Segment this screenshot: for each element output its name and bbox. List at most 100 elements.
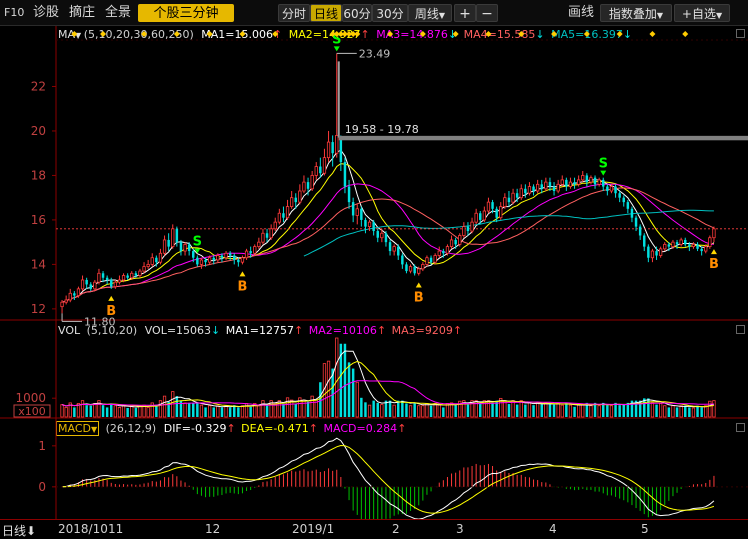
candle-body — [294, 197, 297, 203]
candle-body — [470, 221, 474, 232]
volume-bar — [347, 362, 351, 417]
y-tick-label: 18 — [31, 168, 46, 182]
volume-bar — [527, 402, 532, 418]
volume-bar — [408, 405, 413, 418]
candle-body — [466, 226, 470, 232]
candle-body — [367, 221, 372, 227]
f10-button[interactable]: F10 — [4, 4, 24, 22]
chevron-down-icon: ▼ — [656, 11, 664, 20]
select-button[interactable]: 摘庄 — [69, 4, 95, 22]
candle-body — [643, 235, 646, 247]
volume-bar — [433, 403, 437, 418]
period-tab-2[interactable]: 60分 — [342, 4, 372, 22]
range-band — [338, 135, 748, 141]
candle-body — [220, 255, 224, 258]
range-label: 19.58 - 19.78 — [345, 123, 419, 136]
period-switch-label: 日线 — [2, 524, 27, 538]
volume-bar — [556, 402, 560, 418]
candle-body — [626, 202, 630, 209]
candle-body — [355, 208, 359, 216]
volume-bar — [691, 407, 696, 418]
volume-bar — [93, 403, 97, 418]
volume-bar — [532, 405, 535, 417]
candle-body — [671, 241, 675, 248]
add-favorite-button[interactable]: +自选▼ — [674, 4, 730, 22]
candle-body — [380, 232, 384, 239]
candle-body — [634, 217, 638, 227]
candle-body — [73, 293, 76, 296]
period-tab-3[interactable]: 30分 — [372, 4, 408, 22]
volume-bar — [544, 402, 548, 418]
zoom-out-button[interactable]: − — [476, 4, 498, 22]
candle-body — [585, 175, 589, 183]
candle-body — [126, 275, 129, 278]
volume-bar — [326, 360, 331, 418]
volume-bar — [282, 404, 285, 417]
volume-bar — [192, 402, 195, 417]
period-tab-1[interactable]: 日线 — [310, 4, 342, 22]
volume-bar — [667, 407, 671, 417]
toolbar: F10 诊股 摘庄 全景 个股三分钟 分时 日线 60分 30分 周线▼ + −… — [0, 0, 748, 26]
candle-body — [700, 248, 703, 252]
volume-bar — [64, 407, 68, 418]
candle-body — [417, 268, 421, 274]
event-diamond-icon — [551, 31, 558, 37]
diagnose-button[interactable]: 诊股 — [33, 4, 59, 22]
volume-bar — [507, 404, 511, 417]
arrow-down-icon: ⬇ — [26, 524, 37, 538]
draw-line-button[interactable]: 画线 — [568, 4, 594, 22]
candle-body — [675, 242, 679, 245]
volume-bar — [73, 407, 76, 417]
volume-bar — [372, 400, 375, 417]
volume-bar — [519, 400, 523, 418]
volume-bar — [110, 403, 113, 417]
candle-body — [257, 241, 261, 248]
full-view-button[interactable]: 全景 — [105, 4, 131, 22]
volume-bar — [618, 405, 621, 417]
stock-chart[interactable]: 12141618202223.4919.58 - 19.7811.80SBBBS… — [0, 26, 748, 519]
period-tab-4[interactable]: 周线▼ — [408, 4, 452, 22]
candle-body — [536, 183, 540, 192]
volume-bar — [684, 405, 687, 417]
y-tick-label: 20 — [31, 124, 46, 138]
volume-bar — [589, 405, 593, 418]
period-switch-button[interactable]: 日线⬇ — [2, 522, 36, 539]
candle-body — [183, 243, 187, 252]
candle-body — [196, 257, 199, 265]
volume-bar — [696, 405, 699, 417]
index-overlay-button[interactable]: 指数叠加▼ — [600, 4, 672, 22]
volume-bar — [134, 407, 138, 417]
candle-body — [228, 253, 232, 256]
candle-body — [130, 272, 134, 279]
chevron-down-icon: ▼ — [715, 11, 723, 20]
candle-body — [384, 233, 388, 243]
zoom-in-button[interactable]: + — [454, 4, 476, 22]
candle-body — [68, 292, 72, 301]
volume-bar — [257, 404, 261, 418]
candle-body — [138, 270, 142, 276]
y-tick-label: 12 — [31, 302, 46, 316]
stock-minutes-button[interactable]: 个股三分钟 — [138, 4, 234, 22]
volume-bar — [199, 404, 204, 418]
candle-body — [712, 228, 716, 239]
buy-signal-arrow — [108, 295, 115, 301]
candle-body — [638, 226, 642, 236]
volume-bar — [511, 400, 515, 418]
date-label: 2 — [392, 522, 400, 536]
volume-bar — [80, 400, 85, 418]
candle-body — [364, 219, 367, 227]
volume-bar — [577, 404, 581, 418]
volume-bar — [355, 381, 359, 418]
candle-body — [630, 208, 634, 218]
candle-body — [240, 257, 245, 263]
candle-body — [212, 257, 215, 260]
period-tab-0[interactable]: 分时 — [278, 4, 310, 22]
volume-tick-label: 1000 — [15, 391, 46, 405]
candle-body — [335, 135, 339, 154]
candle-body — [659, 248, 663, 256]
volume-bar — [302, 399, 306, 418]
volume-bar — [479, 402, 482, 417]
candle-body — [192, 251, 195, 258]
candle-body — [310, 175, 314, 190]
candle-body — [237, 259, 240, 263]
